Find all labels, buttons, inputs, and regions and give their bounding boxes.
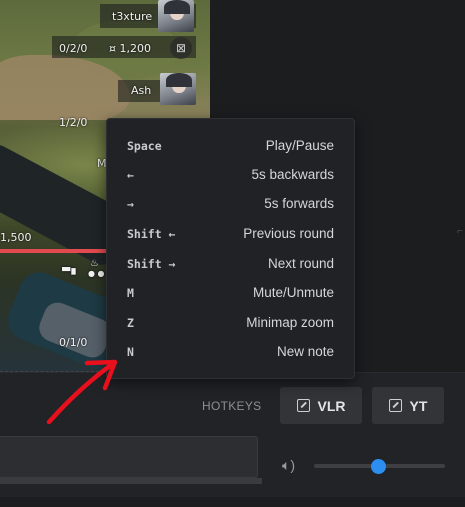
- ultimate-icon: ⊠: [170, 37, 192, 59]
- hotkey-row: Space Play/Pause: [107, 136, 354, 156]
- vlr-button-label: VLR: [317, 397, 346, 414]
- player-name: t3xture: [112, 10, 153, 23]
- hotkey-action: 5s forwards: [264, 196, 334, 211]
- player-kda: 0/2/0: [59, 42, 88, 55]
- yt-button[interactable]: YT: [372, 387, 444, 424]
- edge-icon: ⌐: [457, 226, 463, 237]
- annotation-arrow-icon: [46, 359, 118, 425]
- hotkey-key: Space: [127, 139, 162, 153]
- hotkey-row: Shift → Next round: [107, 254, 354, 274]
- hotkey-action: Minimap zoom: [246, 315, 334, 330]
- hotkey-row: ← 5s backwards: [107, 165, 354, 185]
- hotkey-row: M Mute/Unmute: [107, 283, 354, 303]
- health-bar: [0, 249, 106, 253]
- agent-avatar: [158, 0, 194, 32]
- hotkey-row: N New note: [107, 342, 354, 362]
- volume-slider-knob[interactable]: [371, 459, 386, 474]
- hotkey-row: Z Minimap zoom: [107, 313, 354, 333]
- hotkey-action: New note: [276, 344, 334, 359]
- app-window: ⌐ t3xture 0/2/0 ¤ 1,200 ⊠ Ash 1/2/0 M 1,…: [0, 0, 465, 507]
- player-kda: 1/2/0: [59, 116, 88, 129]
- hotkey-action: Play/Pause: [265, 138, 334, 153]
- weapon-icon: ▬▖: [61, 262, 80, 275]
- hotkey-key: M: [127, 286, 134, 300]
- hotkey-row: → 5s forwards: [107, 194, 354, 214]
- hotkeys-popup: Space Play/Pause ← 5s backwards → 5s for…: [106, 118, 355, 379]
- hotkey-key: ←: [127, 168, 134, 182]
- external-link-icon: [388, 399, 402, 412]
- timeline-scrollbar[interactable]: [0, 478, 262, 484]
- hotkey-action: Previous round: [243, 226, 334, 241]
- agent-avatar: [160, 73, 196, 105]
- vlr-button[interactable]: VLR: [280, 387, 362, 424]
- hotkey-action: 5s backwards: [251, 167, 334, 182]
- spike-icon: ♨: [90, 258, 99, 269]
- hotkey-action: Mute/Unmute: [252, 285, 334, 300]
- yt-button-label: YT: [409, 397, 428, 414]
- volume-icon[interactable]: 🔈︎): [282, 457, 302, 473]
- hotkey-action: Next round: [267, 256, 334, 271]
- hotkey-key: Shift →: [127, 257, 176, 271]
- external-link-icon: [296, 399, 310, 412]
- ability-dots-icon: ● ●: [88, 269, 105, 278]
- hotkey-row: Shift ← Previous round: [107, 224, 354, 244]
- hotkey-key: Z: [127, 316, 134, 330]
- player-credits: 1,500: [0, 231, 32, 244]
- timeline-bar[interactable]: [0, 436, 258, 478]
- hotkeys-label[interactable]: HOTKEYS: [202, 399, 261, 413]
- hotkey-key: Shift ←: [127, 227, 176, 241]
- player-credits: ¤ 1,200: [109, 42, 151, 55]
- player-name: Ash: [131, 84, 152, 97]
- hotkey-key: →: [127, 197, 134, 211]
